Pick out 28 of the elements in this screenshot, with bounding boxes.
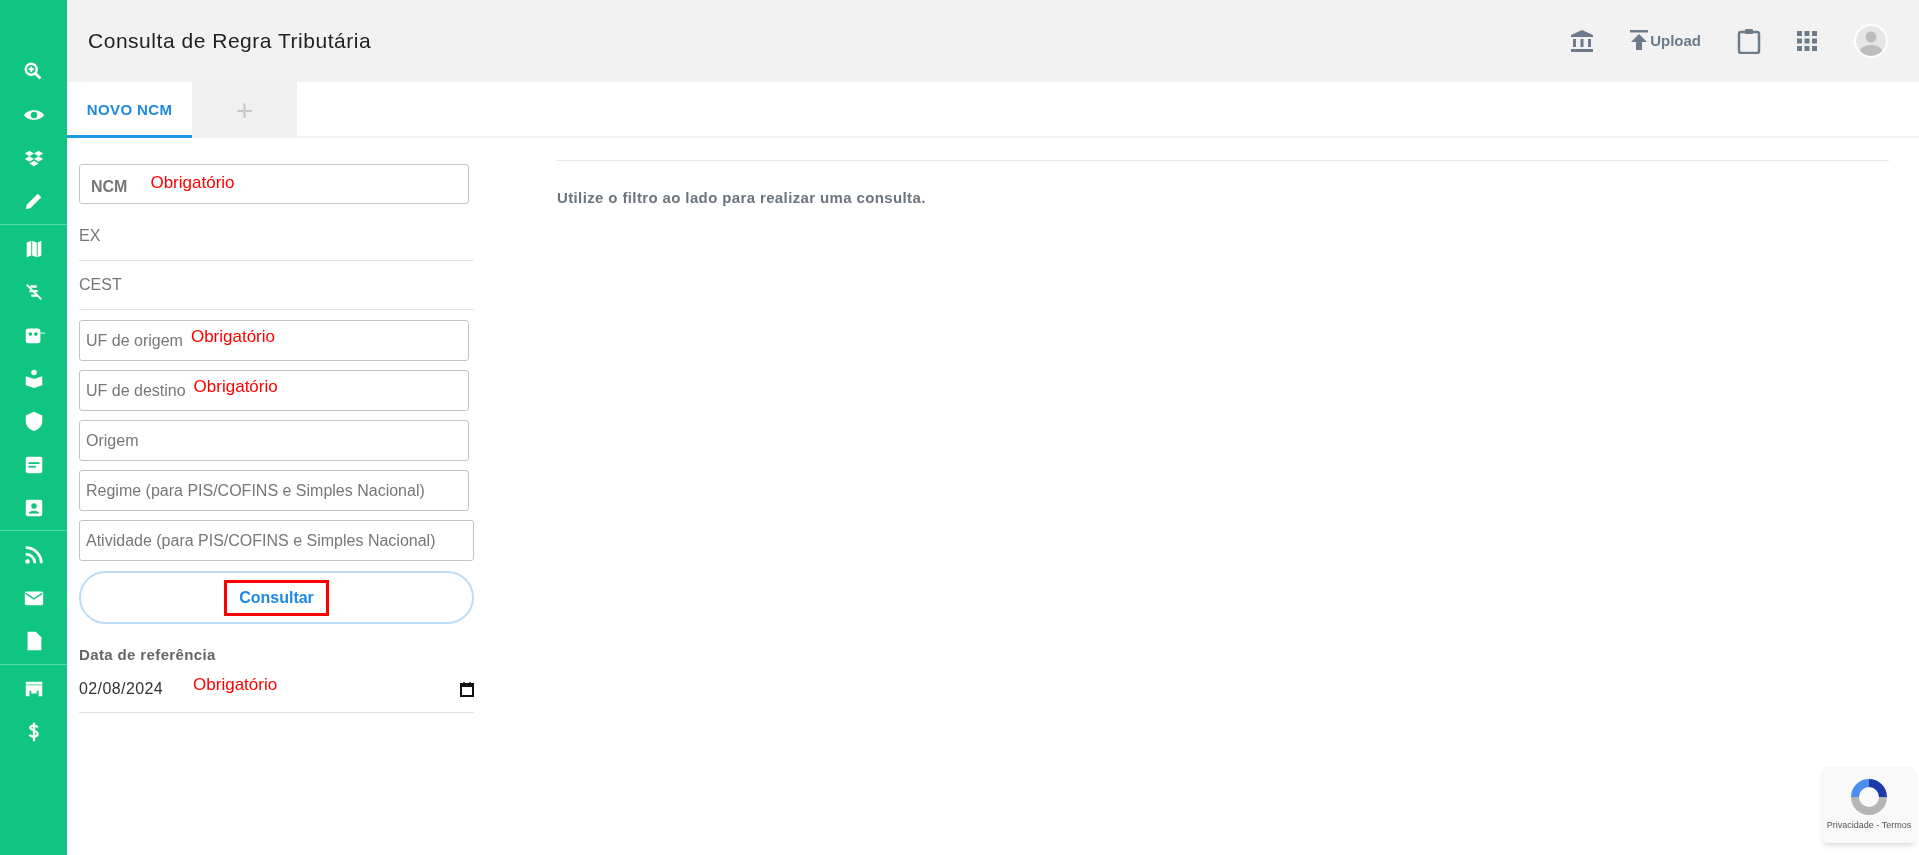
input-field[interactable]: Regime (para PIS/COFINS e Simples Nacional)	[79, 470, 469, 511]
input-field[interactable]: Origem	[79, 420, 469, 461]
field-label: Data de referência	[79, 645, 217, 665]
user-avatar-icon[interactable]	[1853, 23, 1889, 59]
bank-icon[interactable]	[1570, 29, 1595, 53]
highlight-frame: Consultar	[224, 579, 329, 616]
rss-icon[interactable]	[22, 543, 45, 566]
apps-grid-icon[interactable]	[1797, 31, 1817, 51]
required-annotation: Obrigatório	[193, 375, 278, 398]
required-annotation: Obrigatório	[150, 172, 235, 195]
consultar-button[interactable]: Consultar	[79, 571, 474, 624]
clipboard-icon[interactable]	[1737, 28, 1761, 54]
input-field[interactable]: Atividade (para PIS/COFINS e Simples Nacional)	[79, 520, 474, 561]
required-annotation: Obrigatório	[190, 325, 276, 348]
upload-icon	[1630, 30, 1649, 53]
page-title: Consulta de Regra Tributária	[88, 28, 373, 55]
upload-button[interactable]: Upload	[1630, 29, 1701, 53]
required-annotation: Obrigatório	[193, 674, 279, 697]
input-field[interactable]: NCM Obrigatório	[79, 164, 469, 204]
input-field[interactable]: UF de destino Obrigatório	[79, 370, 469, 411]
empty-state-message: Utilize o filtro ao lado para realizar uma consulta.	[557, 188, 927, 208]
calendar-icon[interactable]	[460, 681, 474, 697]
recaptcha-links[interactable]: Privacidade - Termos	[1826, 819, 1912, 833]
recaptcha-badge[interactable]: Privacidade - Termos	[1823, 767, 1915, 843]
input-field[interactable]: CEST	[79, 261, 474, 310]
input-field[interactable]: UF de origem Obrigatório	[79, 320, 469, 361]
input-field[interactable]: EX	[79, 212, 474, 261]
date-field[interactable]: 02/08/2024 Obrigatório	[79, 666, 474, 713]
